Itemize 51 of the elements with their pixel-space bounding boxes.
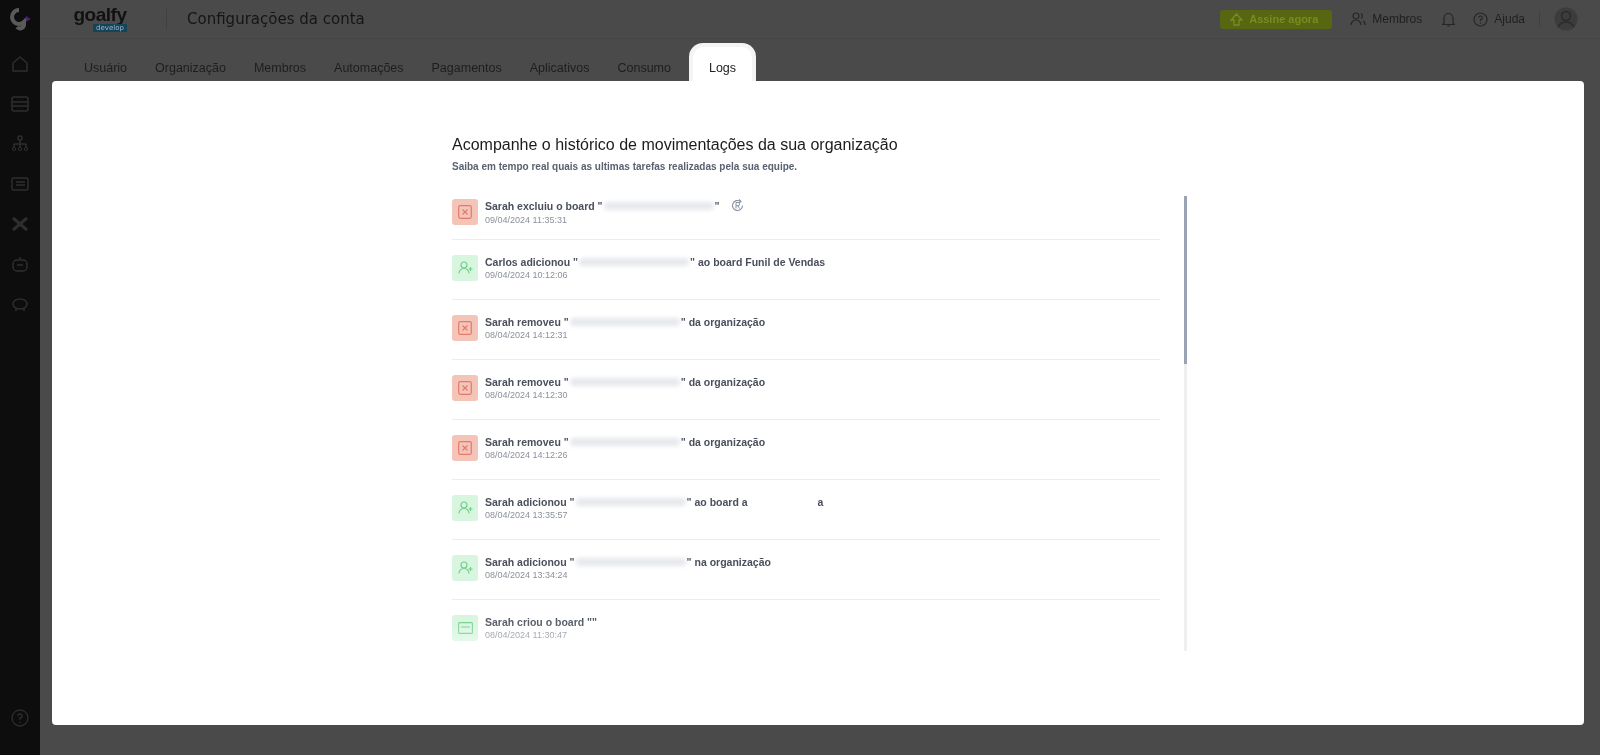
log-message: " na organização [686, 555, 771, 568]
users-icon [1350, 12, 1367, 26]
add-user-icon [452, 254, 478, 281]
log-message: " ao board Funil de Vendas [690, 255, 826, 268]
delete-icon [452, 374, 478, 401]
log-message: " da organização [680, 315, 766, 328]
scrollbar[interactable] [1184, 196, 1187, 651]
log-message: Sarah adicionou " [485, 495, 575, 508]
section-subtitle: Saiba em tempo real quais as ultimas tarefas realizadas pela sua equipe. [452, 161, 799, 172]
help-icon[interactable] [11, 709, 29, 727]
log-message: " [714, 199, 720, 212]
log-message: a [817, 495, 824, 508]
cross-icon[interactable] [11, 215, 29, 233]
add-user-icon [452, 494, 478, 521]
avatar-icon[interactable] [1554, 7, 1578, 31]
log-timestamp: 08/04/2024 14:12:31 [485, 329, 569, 340]
log-timestamp: 08/04/2024 14:12:30 [485, 389, 569, 400]
delete-icon [452, 434, 478, 461]
help-icon [1473, 11, 1489, 27]
board-icon [452, 614, 478, 641]
delete-icon [452, 314, 478, 341]
add-user-icon [452, 554, 478, 581]
log-timestamp: 08/04/2024 11:30:47 [485, 629, 568, 640]
log-timestamp: 09/04/2024 11:35:31 [485, 215, 568, 225]
log-timestamp: 08/04/2024 13:34:24 [485, 569, 569, 580]
list-icon[interactable] [11, 175, 29, 193]
section-title: Acompanhe o histórico de movimentações da sua organização [452, 136, 899, 154]
log-message: Sarah excluiu o board " [485, 199, 603, 212]
restore-icon[interactable] [729, 198, 745, 213]
hierarchy-icon[interactable] [11, 135, 29, 153]
log-message: Sarah removeu " [485, 315, 569, 328]
log-message: Sarah removeu " [485, 375, 569, 388]
home-icon[interactable] [11, 55, 29, 73]
log-message: Sarah removeu " [485, 435, 569, 448]
robot-icon[interactable] [11, 255, 29, 273]
boards-icon[interactable] [11, 95, 29, 113]
log-message: Carlos adicionou " [485, 255, 579, 268]
log-timestamp: 09/04/2024 10:12:06 [485, 269, 569, 280]
scrollbar-thumb[interactable] [1184, 196, 1187, 364]
log-message: Sarah adicionou " [485, 555, 575, 568]
arrow-up-icon [1230, 12, 1244, 26]
log-message: " da organização [680, 435, 766, 448]
logo-wordmark: goalfy [73, 6, 127, 24]
log-timestamp: 08/04/2024 13:35:57 [485, 509, 569, 520]
bell-icon[interactable] [1442, 11, 1456, 27]
log-message: " ao board a [686, 495, 748, 508]
logo-icon [9, 7, 31, 31]
delete-icon [452, 198, 478, 225]
log-message: " da organização [680, 375, 766, 388]
log-message: Sarah criou o board "" [485, 615, 598, 628]
log-timestamp: 08/04/2024 14:12:26 [485, 449, 569, 460]
